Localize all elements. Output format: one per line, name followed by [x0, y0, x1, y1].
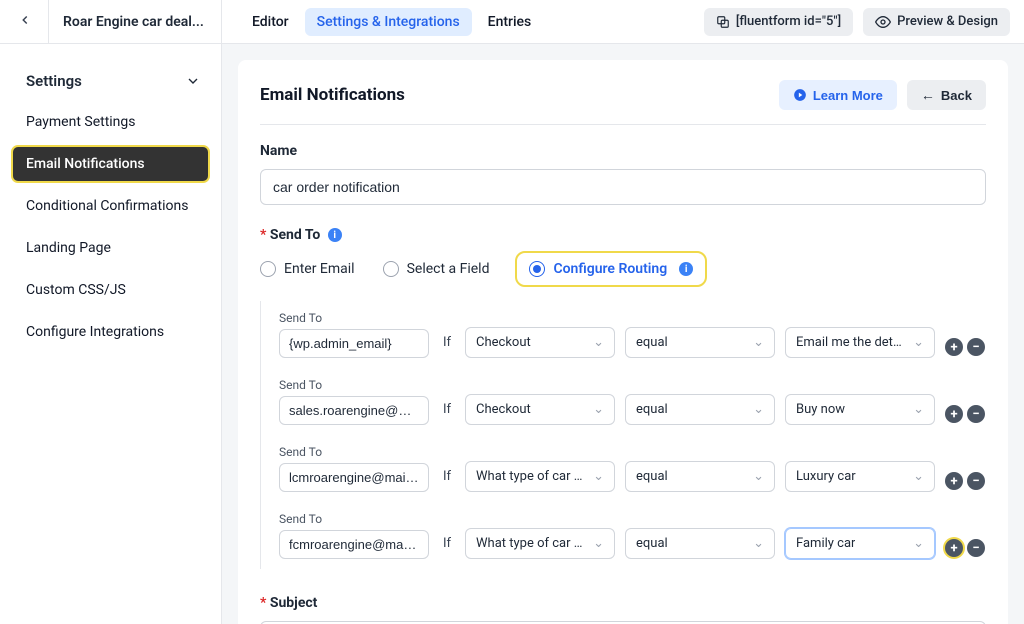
- sidebar-item-conditional-confirmations[interactable]: Conditional Confirmations: [12, 188, 209, 224]
- radio-enter-email-label: Enter Email: [284, 261, 355, 277]
- sidebar-item-landing-page[interactable]: Landing Page: [12, 230, 209, 266]
- rule-value-select[interactable]: Luxury car⌄: [785, 461, 935, 492]
- shortcode-copy[interactable]: [fluentform id="5"]: [704, 8, 853, 36]
- chevron-down-icon: ⌄: [753, 469, 764, 484]
- add-rule-icon[interactable]: [945, 338, 963, 356]
- add-rule-icon[interactable]: [945, 405, 963, 423]
- rule-op-select[interactable]: equal⌄: [625, 528, 775, 559]
- radio-configure-routing[interactable]: Configure Routing i: [517, 253, 705, 285]
- back-chevron-icon[interactable]: [14, 9, 36, 35]
- chevron-down-icon: ⌄: [913, 469, 924, 484]
- preview-design-label: Preview & Design: [897, 14, 998, 29]
- learn-more-label: Learn More: [813, 88, 883, 103]
- routing-rule: Send To If What type of car are you⌄ equ…: [261, 502, 986, 569]
- tab-settings[interactable]: Settings & Integrations: [305, 8, 472, 36]
- top-tabs: Editor Settings & Integrations Entries: [240, 8, 543, 36]
- remove-rule-icon[interactable]: [967, 405, 985, 423]
- remove-rule-icon[interactable]: [967, 472, 985, 490]
- chevron-down-icon: ⌄: [593, 469, 604, 484]
- rule-sendto-input[interactable]: [279, 530, 429, 559]
- form-title: Roar Engine car deal...: [61, 14, 209, 30]
- rule-field-select[interactable]: Checkout⌄: [465, 394, 615, 425]
- rule-field-select[interactable]: What type of car are you⌄: [465, 528, 615, 559]
- routing-rule: Send To If What type of car are you⌄ equ…: [261, 435, 986, 502]
- sidebar: Settings Payment Settings Email Notifica…: [0, 44, 222, 624]
- rule-sendto-label: Send To: [279, 512, 429, 526]
- preview-design-button[interactable]: Preview & Design: [863, 8, 1010, 36]
- if-label: If: [439, 536, 455, 559]
- play-icon: [793, 88, 807, 102]
- rule-value-select[interactable]: Family car⌄: [785, 528, 935, 559]
- radio-configure-routing-label: Configure Routing: [553, 261, 667, 277]
- remove-rule-icon[interactable]: [967, 338, 985, 356]
- add-rule-icon[interactable]: [945, 539, 963, 557]
- name-label: Name: [260, 143, 986, 159]
- if-label: If: [439, 335, 455, 358]
- routing-rule: Send To If Checkout⌄ equal⌄ Email me the…: [261, 301, 986, 368]
- remove-rule-icon[interactable]: [967, 539, 985, 557]
- info-icon[interactable]: i: [328, 228, 342, 242]
- sidebar-item-custom-css-js[interactable]: Custom CSS/JS: [12, 272, 209, 308]
- chevron-down-icon: ⌄: [593, 402, 604, 417]
- info-icon[interactable]: i: [679, 262, 693, 276]
- copy-icon: [716, 15, 730, 29]
- rule-sendto-label: Send To: [279, 378, 429, 392]
- chevron-down-icon: ⌄: [913, 536, 924, 551]
- routing-rule: Send To If Checkout⌄ equal⌄ Buy now⌄: [261, 368, 986, 435]
- radio-enter-email[interactable]: Enter Email: [260, 261, 355, 277]
- chevron-down-icon: ⌄: [913, 402, 924, 417]
- rule-sendto-label: Send To: [279, 311, 429, 325]
- rule-field-select[interactable]: Checkout⌄: [465, 327, 615, 358]
- arrow-left-icon: ←: [921, 87, 935, 103]
- chevron-down-icon: ⌄: [593, 536, 604, 551]
- add-rule-icon[interactable]: [945, 472, 963, 490]
- divider: [48, 0, 49, 44]
- shortcode-text: [fluentform id="5"]: [736, 14, 841, 29]
- learn-more-button[interactable]: Learn More: [779, 80, 897, 110]
- chevron-down-icon: [185, 73, 201, 89]
- tab-entries[interactable]: Entries: [476, 8, 544, 36]
- rule-sendto-label: Send To: [279, 445, 429, 459]
- tab-editor[interactable]: Editor: [240, 8, 301, 36]
- chevron-down-icon: ⌄: [593, 335, 604, 350]
- rule-op-select[interactable]: equal⌄: [625, 461, 775, 492]
- rule-op-select[interactable]: equal⌄: [625, 327, 775, 358]
- sidebar-item-payment-settings[interactable]: Payment Settings: [12, 104, 209, 140]
- rule-value-select[interactable]: Buy now⌄: [785, 394, 935, 425]
- send-to-label: Send To i: [260, 227, 986, 243]
- back-label: Back: [941, 88, 972, 103]
- back-button[interactable]: ← Back: [907, 80, 986, 110]
- chevron-down-icon: ⌄: [753, 536, 764, 551]
- rule-field-select[interactable]: What type of car are you⌄: [465, 461, 615, 492]
- eye-icon: [875, 14, 891, 30]
- if-label: If: [439, 469, 455, 492]
- rule-sendto-input[interactable]: [279, 329, 429, 358]
- rule-value-select[interactable]: Email me the details⌄: [785, 327, 935, 358]
- divider: [221, 0, 222, 44]
- sidebar-heading[interactable]: Settings: [12, 66, 209, 104]
- routing-rules: Send To If Checkout⌄ equal⌄ Email me the…: [260, 301, 986, 569]
- rule-op-select[interactable]: equal⌄: [625, 394, 775, 425]
- subject-label: Subject: [260, 595, 986, 611]
- chevron-down-icon: ⌄: [753, 402, 764, 417]
- chevron-down-icon: ⌄: [913, 335, 924, 350]
- radio-select-a-field[interactable]: Select a Field: [383, 261, 490, 277]
- rule-sendto-input[interactable]: [279, 396, 429, 425]
- page-title: Email Notifications: [260, 85, 405, 105]
- sidebar-item-email-notifications[interactable]: Email Notifications: [12, 146, 209, 182]
- rule-sendto-input[interactable]: [279, 463, 429, 492]
- radio-select-a-field-label: Select a Field: [407, 261, 490, 277]
- sidebar-heading-label: Settings: [26, 72, 82, 90]
- if-label: If: [439, 402, 455, 425]
- name-input[interactable]: [260, 169, 986, 205]
- sidebar-item-configure-integrations[interactable]: Configure Integrations: [12, 314, 209, 350]
- chevron-down-icon: ⌄: [753, 335, 764, 350]
